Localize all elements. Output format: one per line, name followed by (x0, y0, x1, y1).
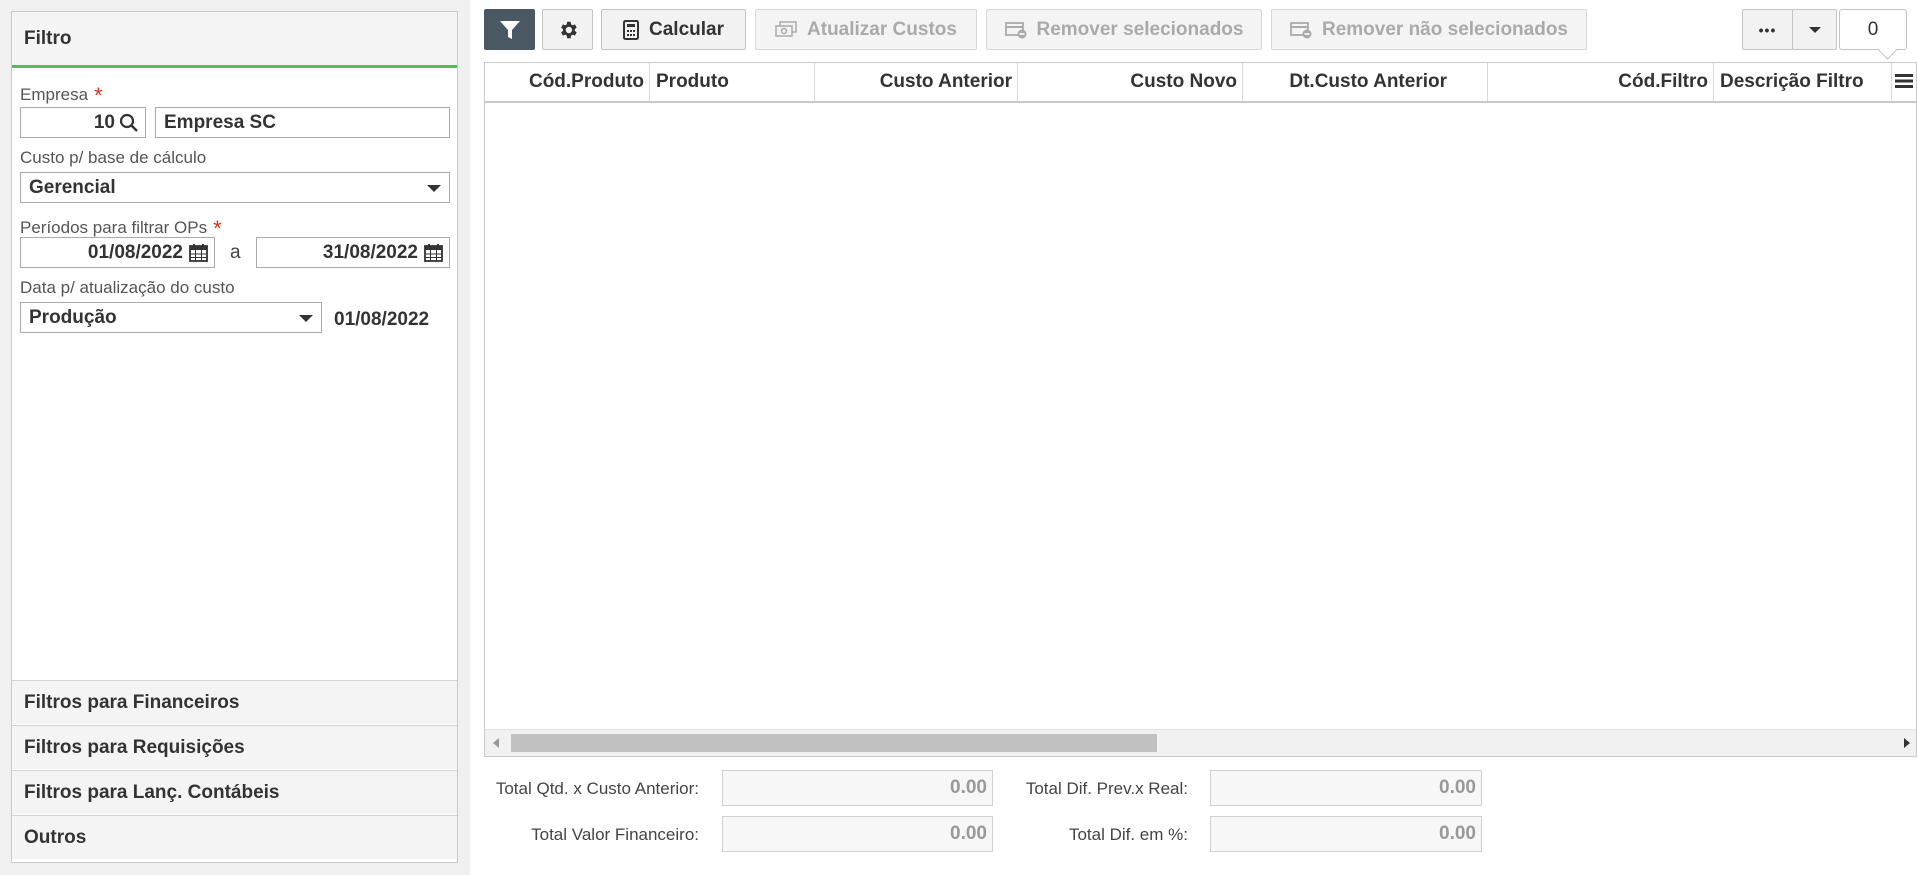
chevron-down-icon (299, 315, 313, 322)
data-atualizacao-label: Data p/ atualização do custo (20, 278, 235, 297)
column-header-cod-filtro[interactable]: Cód.Filtro (1488, 63, 1714, 101)
money-icon (775, 20, 797, 37)
data-atualizacao-select[interactable]: Produção (20, 302, 322, 333)
column-header-dt-custo-anterior[interactable]: Dt.Custo Anterior (1243, 63, 1488, 101)
custo-base-value: Gerencial (29, 176, 116, 198)
results-grid: Cód.Produto Produto Custo Anterior Custo… (484, 62, 1917, 757)
remove-card-icon (1290, 21, 1312, 38)
column-header-custo-anterior[interactable]: Custo Anterior (815, 63, 1018, 101)
atualizar-custos-label: Atualizar Custos (807, 18, 957, 40)
column-header-cod-produto[interactable]: Cód.Produto (485, 63, 650, 101)
total-dif-prev-field: 0.00 (1210, 770, 1482, 806)
scroll-right-arrow-icon[interactable] (1904, 738, 1910, 748)
total-dif-pct-label: Total Dif. em %: (1068, 825, 1188, 844)
accordion-financeiros[interactable]: Filtros para Financeiros (12, 680, 457, 724)
remover-nao-selecionados-button[interactable]: Remover não selecionados (1271, 9, 1587, 50)
accordion-lanc-contabeis[interactable]: Filtros para Lanç. Contábeis (12, 770, 457, 814)
date-to-value: 31/08/2022 (322, 241, 418, 263)
date-to-input[interactable]: 31/08/2022 (256, 237, 450, 268)
total-valor-financeiro-label: Total Valor Financeiro: (531, 825, 699, 844)
chevron-down-icon (427, 185, 441, 192)
filter-sidebar: Filtro Empresa * 10 Empresa SC Custo p/ b… (0, 0, 470, 875)
empresa-code-value: 10 (93, 111, 115, 133)
remover-nao-selecionados-label: Remover não selecionados (1321, 18, 1569, 40)
scroll-left-arrow-icon[interactable] (493, 738, 499, 748)
total-qtd-custo-field: 0.00 (722, 770, 993, 806)
more-options-button[interactable]: ••• (1742, 9, 1793, 50)
empresa-code-input[interactable]: 10 (20, 107, 146, 138)
calendar-icon[interactable] (424, 243, 443, 262)
chevron-down-icon (1808, 26, 1821, 33)
record-count-value: 0 (1867, 18, 1879, 40)
funnel-icon (499, 20, 520, 39)
accordion-outros[interactable]: Outros (12, 815, 457, 859)
empresa-label: Empresa * (20, 83, 103, 108)
filter-panel-title: Filtro (24, 27, 72, 49)
column-menu-icon[interactable] (1895, 73, 1913, 94)
column-header-custo-novo[interactable]: Custo Novo (1018, 63, 1243, 101)
periodos-label: Períodos para filtrar OPs * (20, 216, 222, 241)
calendar-icon[interactable] (189, 243, 208, 262)
total-valor-financeiro-field: 0.00 (722, 816, 993, 852)
date-separator: a (230, 242, 241, 263)
date-from-value: 01/08/2022 (87, 241, 183, 263)
accordion-requisicoes[interactable]: Filtros para Requisições (12, 725, 457, 769)
remover-selecionados-button[interactable]: Remover selecionados (986, 9, 1262, 50)
custo-base-select[interactable]: Gerencial (20, 172, 450, 203)
remover-selecionados-label: Remover selecionados (1036, 18, 1244, 40)
data-atualizacao-value: 01/08/2022 (334, 309, 430, 330)
badge-pointer (1878, 41, 1897, 60)
more-icon: ••• (1758, 21, 1777, 38)
atualizar-custos-button[interactable]: Atualizar Custos (755, 9, 977, 50)
column-header-produto[interactable]: Produto (650, 63, 815, 101)
dropdown-button[interactable] (1792, 9, 1837, 50)
filter-panel: Filtro Empresa * 10 Empresa SC Custo p/ b… (11, 11, 458, 863)
filter-toggle-button[interactable] (484, 9, 535, 50)
column-header-descricao-filtro[interactable]: Descrição Filtro (1714, 63, 1892, 101)
filter-panel-header[interactable]: Filtro (12, 12, 457, 68)
gear-icon (560, 21, 577, 38)
date-from-input[interactable]: 01/08/2022 (20, 237, 215, 268)
settings-button[interactable] (542, 9, 593, 50)
calculator-icon (623, 19, 639, 40)
empresa-name-value: Empresa SC (164, 111, 276, 133)
empresa-name-field[interactable]: Empresa SC (155, 107, 450, 138)
data-atualizacao-mode: Produção (29, 306, 117, 328)
required-mark: * (94, 83, 103, 108)
horizontal-scrollbar[interactable] (485, 729, 1916, 756)
record-count-badge: 0 (1839, 9, 1907, 60)
scrollbar-thumb[interactable] (511, 734, 1157, 752)
calcular-label: Calcular (649, 18, 724, 40)
search-icon[interactable] (119, 113, 139, 133)
total-qtd-custo-label: Total Qtd. x Custo Anterior: (495, 779, 699, 798)
total-dif-prev-label: Total Dif. Prev.x Real: (1025, 779, 1188, 798)
grid-header: Cód.Produto Produto Custo Anterior Custo… (485, 63, 1916, 103)
custo-base-label: Custo p/ base de cálculo (20, 148, 207, 167)
remove-card-icon (1004, 21, 1026, 38)
calcular-button[interactable]: Calcular (601, 9, 746, 50)
total-dif-pct-field: 0.00 (1210, 816, 1482, 852)
